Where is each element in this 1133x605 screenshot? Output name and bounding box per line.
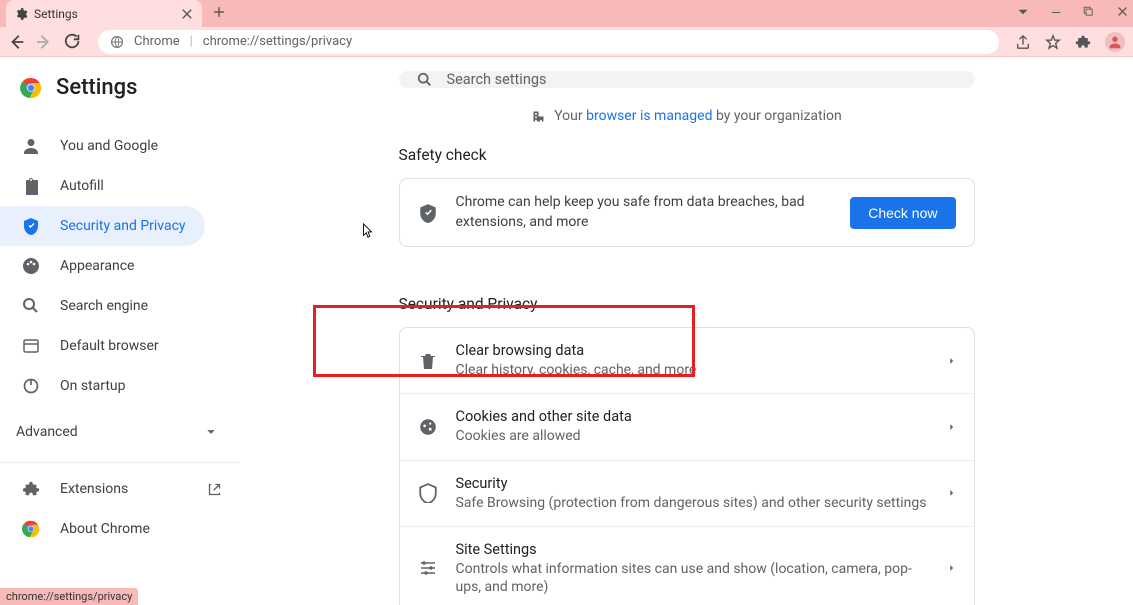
sidebar-item-label: About Chrome bbox=[60, 521, 150, 537]
sidebar-item-label: Appearance bbox=[60, 258, 134, 274]
sidebar-item-appearance[interactable]: Appearance bbox=[0, 246, 205, 286]
chevron-right-icon bbox=[948, 489, 956, 497]
sidebar-item-on-startup[interactable]: On startup bbox=[0, 366, 205, 406]
sidebar-advanced-toggle[interactable]: Advanced bbox=[0, 406, 240, 458]
sidebar-item-autofill[interactable]: Autofill bbox=[0, 166, 205, 206]
chevron-right-icon bbox=[948, 423, 956, 431]
tab-title: Settings bbox=[34, 7, 174, 21]
settings-search-field[interactable]: Search settings bbox=[399, 71, 975, 88]
privacy-card: Clear browsing data Clear history, cooki… bbox=[399, 327, 975, 605]
mouse-cursor-icon bbox=[362, 223, 374, 239]
window-dropdown-icon[interactable] bbox=[1017, 6, 1029, 22]
extensions-puzzle-icon[interactable] bbox=[1075, 34, 1091, 50]
open-external-icon bbox=[207, 482, 222, 497]
row-subtitle: Clear history, cookies, cache, and more bbox=[456, 361, 930, 379]
row-title: Site Settings bbox=[456, 541, 930, 558]
chrome-logo-icon bbox=[20, 77, 42, 99]
window-icon bbox=[22, 337, 40, 355]
sidebar-item-label: Default browser bbox=[60, 338, 159, 354]
settings-brand: Settings bbox=[0, 75, 240, 118]
puzzle-icon bbox=[22, 480, 40, 498]
row-subtitle: Cookies are allowed bbox=[456, 427, 930, 445]
search-placeholder: Search settings bbox=[447, 71, 547, 88]
nav-back-button[interactable] bbox=[8, 33, 26, 51]
row-title: Clear browsing data bbox=[456, 342, 930, 359]
bookmark-star-icon[interactable] bbox=[1045, 34, 1061, 50]
power-icon bbox=[22, 377, 40, 395]
close-tab-icon[interactable] bbox=[180, 7, 194, 21]
browser-tab[interactable]: Settings bbox=[6, 0, 202, 27]
check-now-button[interactable]: Check now bbox=[850, 197, 955, 229]
row-security[interactable]: Security Safe Browsing (protection from … bbox=[400, 460, 974, 526]
sliders-icon bbox=[418, 558, 438, 578]
status-bar: chrome://settings/privacy bbox=[0, 588, 138, 605]
row-subtitle: Safe Browsing (protection from dangerous… bbox=[456, 494, 930, 512]
row-clear-browsing-data[interactable]: Clear browsing data Clear history, cooki… bbox=[400, 328, 974, 393]
window-maximize-button[interactable] bbox=[1083, 6, 1094, 21]
row-title: Cookies and other site data bbox=[456, 408, 930, 425]
sidebar-item-label: You and Google bbox=[60, 138, 158, 154]
safety-check-text: Chrome can help keep you safe from data … bbox=[456, 193, 833, 232]
shield-outline-icon bbox=[418, 483, 438, 503]
sidebar-item-label: Security and Privacy bbox=[60, 218, 186, 234]
sidebar-item-label: Search engine bbox=[60, 298, 148, 314]
nav-forward-button[interactable] bbox=[36, 33, 54, 51]
omnibox-url: chrome://settings/privacy bbox=[203, 34, 352, 49]
chrome-logo-icon bbox=[22, 520, 40, 538]
section-title-privacy: Security and Privacy bbox=[399, 295, 538, 313]
search-icon bbox=[417, 72, 433, 88]
address-bar[interactable]: Chrome | chrome://settings/privacy bbox=[98, 30, 999, 54]
managed-link[interactable]: browser is managed bbox=[586, 108, 712, 124]
row-title: Security bbox=[456, 475, 930, 492]
sidebar-item-about-chrome[interactable]: About Chrome bbox=[0, 509, 240, 549]
chevron-right-icon bbox=[948, 357, 956, 365]
shield-icon bbox=[418, 203, 438, 223]
window-controls: — bbox=[1017, 0, 1129, 27]
settings-main: Search settings Your browser is managed … bbox=[240, 57, 1133, 605]
managed-banner: Your browser is managed by your organiza… bbox=[531, 108, 842, 124]
share-icon[interactable] bbox=[1015, 34, 1031, 50]
sidebar-item-label: Extensions bbox=[60, 481, 128, 497]
row-subtitle: Controls what information sites can use … bbox=[456, 560, 930, 596]
palette-icon bbox=[22, 257, 40, 275]
row-site-settings[interactable]: Site Settings Controls what information … bbox=[400, 526, 974, 605]
sidebar-item-security-privacy[interactable]: Security and Privacy bbox=[0, 206, 205, 246]
gear-icon bbox=[14, 7, 28, 21]
row-cookies[interactable]: Cookies and other site data Cookies are … bbox=[400, 393, 974, 459]
window-titlebar: Settings — bbox=[0, 0, 1133, 27]
search-icon bbox=[22, 297, 40, 315]
person-icon bbox=[1108, 35, 1122, 49]
window-close-button[interactable] bbox=[1116, 5, 1129, 22]
chevron-right-icon bbox=[948, 564, 956, 572]
new-tab-button[interactable] bbox=[212, 5, 226, 23]
domain-icon bbox=[531, 109, 546, 124]
nav-reload-button[interactable] bbox=[64, 33, 82, 51]
page-title: Settings bbox=[56, 75, 137, 100]
sidebar-item-label: On startup bbox=[60, 378, 126, 394]
sidebar-item-search-engine[interactable]: Search engine bbox=[0, 286, 205, 326]
browser-toolbar: Chrome | chrome://settings/privacy bbox=[0, 27, 1133, 57]
safety-check-card: Chrome can help keep you safe from data … bbox=[399, 178, 975, 247]
sidebar-item-extensions[interactable]: Extensions bbox=[0, 469, 240, 509]
sidebar-item-label: Autofill bbox=[60, 178, 104, 194]
shield-icon bbox=[22, 217, 40, 235]
person-icon bbox=[22, 137, 40, 155]
sidebar-item-default-browser[interactable]: Default browser bbox=[0, 326, 205, 366]
omnibox-chip: Chrome bbox=[134, 34, 180, 49]
site-info-icon[interactable] bbox=[110, 35, 124, 49]
chevron-down-icon bbox=[206, 427, 216, 437]
section-title-safety: Safety check bbox=[399, 146, 487, 164]
sidebar-advanced-label: Advanced bbox=[16, 424, 78, 440]
sidebar-item-you-and-google[interactable]: You and Google bbox=[0, 126, 205, 166]
profile-avatar[interactable] bbox=[1105, 32, 1125, 52]
clipboard-icon bbox=[22, 177, 40, 195]
trash-icon bbox=[418, 351, 438, 371]
cookie-icon bbox=[418, 417, 438, 437]
settings-sidebar: Settings You and Google Autofill Securit… bbox=[0, 57, 240, 605]
window-minimize-button[interactable]: — bbox=[1051, 6, 1061, 21]
